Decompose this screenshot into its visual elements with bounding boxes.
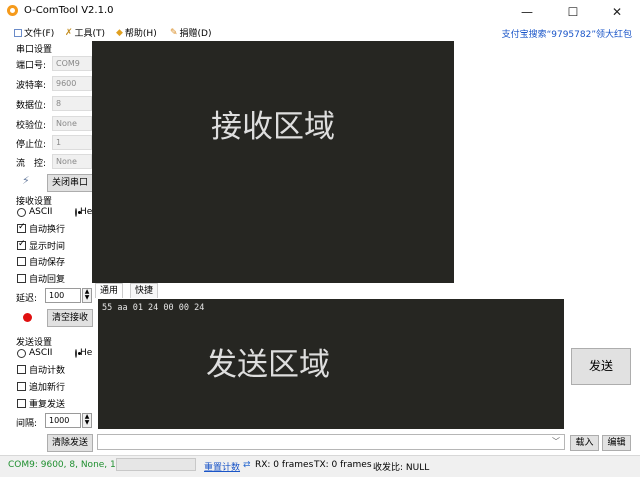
receive-hex-label: Hex [80,207,92,217]
radio-selected-icon [75,348,81,358]
delay-input[interactable]: 100 [45,288,81,303]
auto-save-label: 自动保存 [29,258,66,268]
radio-icon [17,348,26,358]
show-time-checkbox[interactable]: 显示时间 [17,239,65,252]
plug-icon: ⚡ [22,174,30,187]
edit-button[interactable]: 编辑 [602,435,631,451]
menu-help-label: 帮助(H) [124,29,157,39]
menu-tools-label: 工具(T) [74,29,106,39]
interval-input[interactable]: 1000 [45,413,81,428]
repeat-send-label: 重复发送 [29,400,66,410]
menu-file[interactable]: 文件(F) [14,26,54,39]
data-bits-label: 数据位: [16,101,47,111]
reset-count-link[interactable]: 重置计数 [204,460,240,473]
interval-spinner[interactable]: ▲ ▼ [82,413,92,428]
parity-label: 校验位: [16,121,47,131]
checkbox-checked-icon [17,239,26,250]
checkbox-icon [17,274,26,283]
port-status: COM9: 9600, 8, None, 1 [8,460,116,470]
send-history-combo[interactable]: ﹀ [97,434,565,450]
auto-newline-label: 自动换行 [29,225,66,235]
tab-general[interactable]: 通用 [95,283,124,298]
menu-file-label: 文件(F) [24,29,55,39]
app-logo-icon [7,5,18,16]
maximize-button[interactable]: ☐ [550,0,596,24]
window-title: O-ComTool V2.1.0 [24,5,114,16]
serial-group-title: 串口设置 [16,45,53,55]
interval-label: 间隔: [16,419,38,429]
stop-bits-label: 停止位: [16,140,47,150]
send-area-label: 发送区域 [206,347,330,383]
menu-tools[interactable]: ✗ 工具(T) [65,26,106,40]
menu-donate-label: 捐赠(D) [179,29,212,39]
send-ascii-radio[interactable]: ASCII [17,348,52,358]
file-icon [14,28,22,37]
send-content: 55 aa 01 24 00 00 24 [102,303,205,313]
send-area[interactable]: 55 aa 01 24 00 00 24 发送区域 [98,299,564,429]
ratio-status: 收发比: NULL [373,463,430,473]
load-button[interactable]: 载入 [570,435,599,451]
flow-control-select[interactable]: None [52,154,92,169]
tab-quick[interactable]: 快捷 [130,283,159,298]
radio-selected-icon [75,207,81,217]
receive-ascii-radio[interactable]: ASCII [17,207,52,217]
swap-icon: ⇄ [243,460,251,470]
checkbox-icon [17,399,26,408]
menu-help[interactable]: ◆ 帮助(H) [116,26,157,40]
append-newline-checkbox[interactable]: 追加新行 [17,380,65,393]
port-label: 端口号: [16,61,47,71]
port-select[interactable]: COM9 [52,56,92,71]
flow-control-label: 流 控: [16,159,47,169]
record-indicator-icon [23,313,32,322]
checkbox-checked-icon [17,222,26,233]
promo-link[interactable]: 支付宝搜索“9795782”领大红包 [502,27,632,40]
tx-count: TX: 0 frames [314,460,372,470]
send-hex-label: Hex [80,348,92,358]
rx-count: RX: 0 frames [255,460,314,470]
send-ascii-label: ASCII [29,348,53,358]
auto-newline-checkbox[interactable]: 自动换行 [17,222,65,235]
receive-ascii-label: ASCII [29,207,53,217]
radio-icon [17,207,26,217]
help-icon: ◆ [116,27,123,38]
clear-send-button[interactable]: 清除发送 [47,434,93,452]
receive-area[interactable]: 接收区域 [92,41,454,285]
checkbox-icon [17,382,26,391]
send-button[interactable]: 发送 [571,348,631,385]
chevron-down-icon[interactable]: ﹀ [552,436,560,447]
send-group-title: 发送设置 [16,338,53,348]
progress-box [116,458,196,471]
show-time-label: 显示时间 [29,242,66,252]
delay-label: 延迟: [16,294,38,304]
tools-icon: ✗ [65,27,73,38]
close-window-button[interactable]: ✕ [594,0,640,24]
donate-icon: ✎ [170,27,178,38]
append-newline-label: 追加新行 [29,383,66,393]
auto-reply-label: 自动回复 [29,275,66,285]
checkbox-icon [17,257,26,266]
baud-select[interactable]: 9600 [52,76,92,91]
stop-bits-select[interactable]: 1 [52,135,92,150]
repeat-send-checkbox[interactable]: 重复发送 [17,397,65,410]
close-port-button[interactable]: 关闭串口 [47,174,93,192]
minimize-button[interactable]: — [504,0,550,24]
receive-area-label: 接收区域 [211,109,335,145]
auto-count-label: 自动计数 [29,366,66,376]
parity-select[interactable]: None [52,116,92,131]
receive-hex-radio[interactable]: Hex [75,207,92,217]
auto-count-checkbox[interactable]: 自动计数 [17,363,65,376]
receive-group-title: 接收设置 [16,197,53,207]
data-bits-select[interactable]: 8 [52,96,92,111]
menu-donate[interactable]: ✎ 捐赠(D) [170,26,212,40]
checkbox-icon [17,365,26,374]
auto-save-checkbox[interactable]: 自动保存 [17,255,65,268]
delay-spinner[interactable]: ▲ ▼ [82,288,92,303]
clear-receive-button[interactable]: 清空接收 [47,309,93,327]
receive-blank-area [454,41,640,285]
send-tabbar [92,283,640,297]
send-hex-radio[interactable]: Hex [75,348,92,358]
auto-reply-checkbox[interactable]: 自动回复 [17,272,65,285]
baud-label: 波特率: [16,81,47,91]
